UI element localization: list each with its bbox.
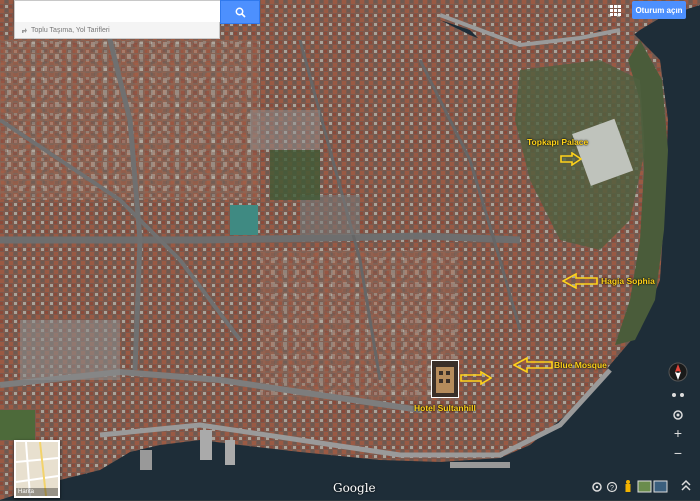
directions-icon: [22, 27, 27, 33]
landmark-label: Hagia Sophia: [601, 276, 655, 286]
map-type-toggle[interactable]: Harita: [14, 440, 60, 498]
pegman-icon: [625, 480, 631, 492]
location-icon[interactable]: [671, 408, 685, 422]
landmark-label: Hotel Sultanhill: [414, 403, 476, 413]
search-field[interactable]: [15, 1, 221, 23]
svg-text:?: ?: [610, 485, 614, 492]
zoom-in-button[interactable]: +: [671, 426, 685, 440]
search-button[interactable]: [220, 0, 260, 24]
bottom-toolbar: ?: [590, 478, 695, 501]
expand-icon: [681, 479, 691, 491]
terrain-toggle-icon: [637, 480, 652, 493]
compass-icon[interactable]: [668, 360, 688, 384]
satellite-map[interactable]: [0, 0, 700, 500]
search-input[interactable]: [14, 0, 222, 24]
landmark-label: Blue Mosque: [554, 360, 607, 370]
search-icon: [235, 7, 246, 18]
arrow-right-icon: [560, 152, 582, 166]
earth-toggle-icon: [653, 480, 668, 493]
arrow-left-icon: [562, 273, 598, 289]
transit-directions-link[interactable]: Toplu Taşıma, Yol Tarifleri: [14, 22, 220, 39]
transit-label: Toplu Taşıma, Yol Tarifleri: [31, 26, 110, 34]
signin-button[interactable]: Oturum açın: [632, 1, 686, 19]
arrow-left-icon: [513, 357, 553, 373]
hotel-photo: [431, 360, 459, 398]
help-icon: ?: [606, 481, 618, 493]
map-type-label: Harita: [16, 488, 58, 496]
google-logo: Google: [333, 481, 376, 495]
zoom-out-button[interactable]: −: [671, 446, 685, 460]
arrow-right-icon: [460, 371, 492, 385]
apps-button[interactable]: [606, 2, 624, 18]
bottom-icons: ?: [592, 479, 691, 493]
street-view-icon[interactable]: [671, 390, 685, 400]
settings-icon: [592, 482, 602, 492]
satellite-imagery: [0, 0, 700, 500]
landmark-label: Topkapı Palace: [527, 137, 589, 147]
apps-grid-icon: [609, 4, 621, 16]
